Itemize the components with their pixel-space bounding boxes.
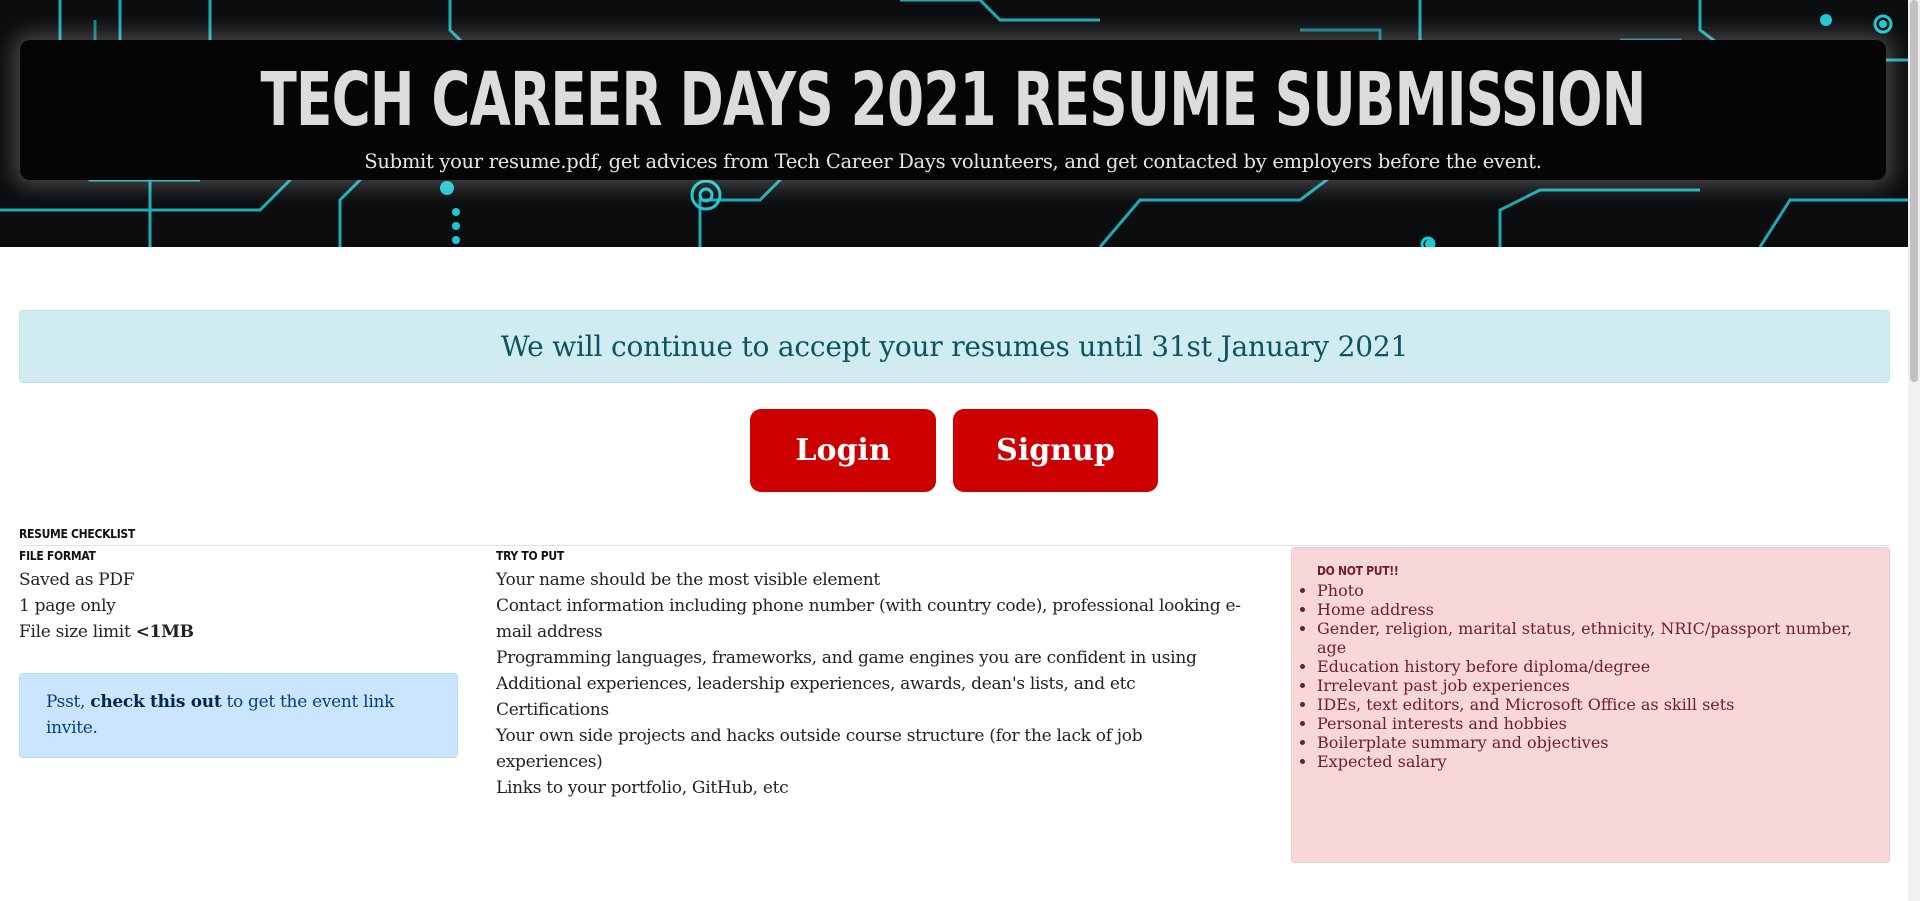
list-item: IDEs, text editors, and Microsoft Office… [1317, 695, 1864, 714]
list-item: Education history before diploma/degree [1317, 657, 1864, 676]
scrollbar-thumb[interactable] [1910, 0, 1918, 382]
list-item: Additional experiences, leadership exper… [496, 674, 1136, 694]
signup-button[interactable]: Signup [953, 409, 1158, 492]
resume-checklist-heading: Resume Checklist [19, 527, 135, 541]
list-item: Home address [1317, 600, 1864, 619]
page-title: TECH CAREER DAYS 2021 RESUME SUBMISSION [260, 57, 1646, 143]
list-item: 1 page only [19, 596, 116, 616]
page-subtitle: Submit your resume.pdf, get advices from… [364, 150, 1542, 173]
list-item: Links to your portfolio, GitHub, etc [496, 778, 789, 798]
file-size-label: File size limit [19, 622, 136, 642]
deadline-notice: We will continue to accept your resumes … [19, 310, 1890, 383]
try-to-put-list: Your name should be the most visible ele… [496, 567, 1246, 801]
list-item: Contact information including phone numb… [496, 596, 1241, 642]
do-not-put-list: Photo Home address Gender, religion, mar… [1317, 581, 1864, 771]
file-size-value: <1MB [135, 622, 194, 642]
list-item: Personal interests and hobbies [1317, 714, 1864, 733]
hero-title-panel: TECH CAREER DAYS 2021 RESUME SUBMISSION … [20, 40, 1886, 180]
do-not-put-heading: Do Not Put!! [1317, 564, 1399, 578]
list-item: Your own side projects and hacks outside… [496, 726, 1143, 772]
event-link-callout: Psst, check this out to get the event li… [19, 673, 458, 758]
list-item: Irrelevant past job experiences [1317, 676, 1864, 695]
vertical-scrollbar[interactable] [1908, 0, 1920, 901]
file-format-list: Saved as PDF 1 page only File size limit… [19, 567, 459, 645]
file-format-section: File Format Saved as PDF 1 page only Fil… [19, 549, 459, 645]
list-item: Certifications [496, 700, 609, 720]
login-button[interactable]: Login [750, 409, 936, 492]
do-not-put-section: Do Not Put!! Photo Home address Gender, … [1291, 547, 1890, 863]
list-item: Expected salary [1317, 752, 1864, 771]
file-format-heading: File Format [19, 549, 96, 563]
event-link[interactable]: check this out [90, 692, 221, 712]
list-item: Programming languages, frameworks, and g… [496, 648, 1197, 668]
callout-prefix: Psst, [46, 692, 91, 712]
list-item: Photo [1317, 581, 1864, 600]
list-item: Saved as PDF [19, 570, 135, 590]
list-item: Gender, religion, marital status, ethnic… [1317, 619, 1864, 657]
list-item: Your name should be the most visible ele… [496, 570, 880, 590]
try-to-put-section: Try to Put Your name should be the most … [496, 549, 1246, 801]
list-item: File size limit <1MB [19, 619, 459, 645]
hero-banner: TECH CAREER DAYS 2021 RESUME SUBMISSION … [0, 0, 1908, 247]
list-item: Boilerplate summary and objectives [1317, 733, 1864, 752]
section-divider [19, 545, 1890, 546]
try-to-put-heading: Try to Put [496, 549, 564, 563]
